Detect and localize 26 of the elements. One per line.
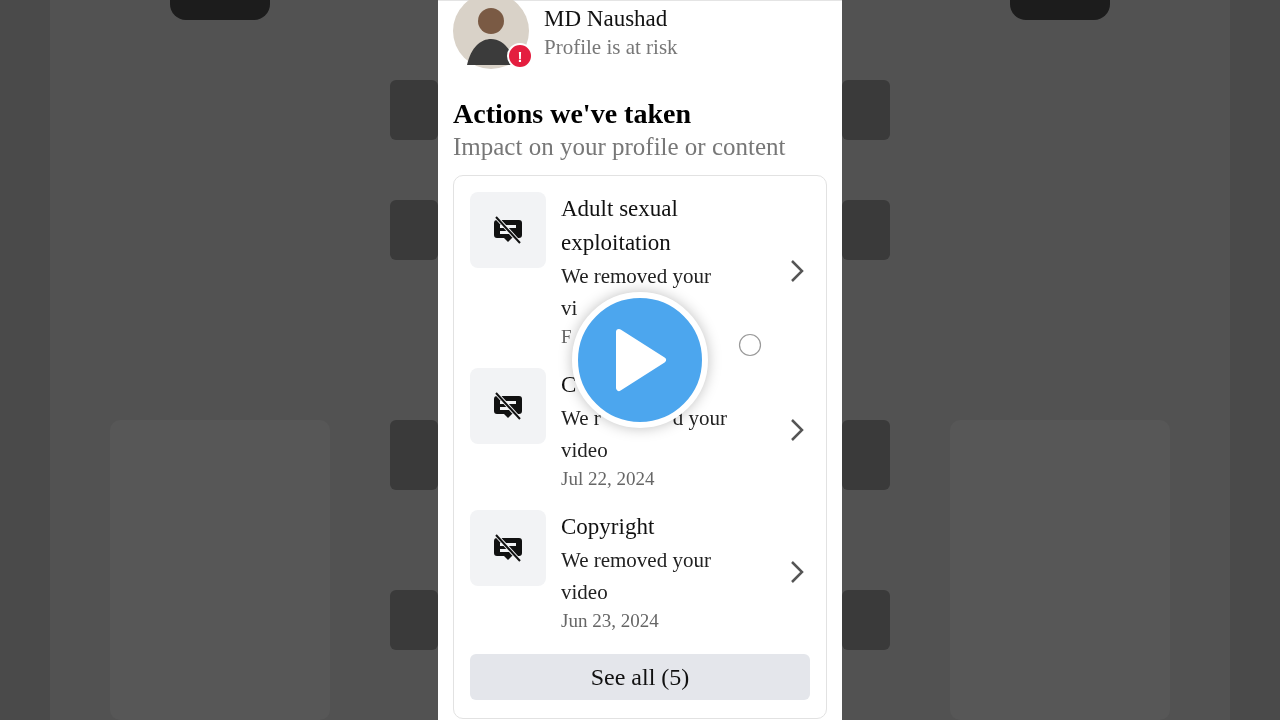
action-description: We removed your bbox=[561, 263, 711, 290]
action-date: Jun 23, 2024 bbox=[561, 609, 660, 633]
profile-status: Profile is at risk bbox=[544, 34, 678, 61]
hidden-message-icon bbox=[492, 392, 524, 420]
section-title: Actions we've taken bbox=[453, 97, 692, 131]
action-description: video bbox=[561, 437, 608, 464]
section-subtitle: Impact on your profile or content bbox=[453, 132, 787, 162]
chevron-right-icon[interactable] bbox=[790, 560, 804, 584]
action-title: C bbox=[561, 371, 578, 399]
action-description: We r bbox=[561, 405, 601, 432]
action-description: We removed your bbox=[561, 547, 711, 574]
action-date: Jul 22, 2024 bbox=[561, 467, 656, 491]
action-description: video bbox=[561, 579, 608, 606]
action-title: Adult sexual exploitation bbox=[561, 195, 679, 257]
profile-name: MD Naushad bbox=[544, 5, 669, 33]
circle-icon bbox=[738, 333, 762, 357]
alert-badge: ! bbox=[507, 43, 533, 69]
play-icon bbox=[613, 328, 667, 392]
action-description: vi bbox=[561, 295, 578, 322]
hidden-message-icon bbox=[492, 534, 524, 562]
see-all-button[interactable]: See all (5) bbox=[470, 654, 810, 700]
action-date: F bbox=[561, 325, 573, 349]
chevron-right-icon[interactable] bbox=[790, 418, 804, 442]
hidden-message-icon bbox=[492, 216, 524, 244]
chevron-right-icon[interactable] bbox=[790, 259, 804, 283]
action-title: Copyright bbox=[561, 513, 656, 541]
